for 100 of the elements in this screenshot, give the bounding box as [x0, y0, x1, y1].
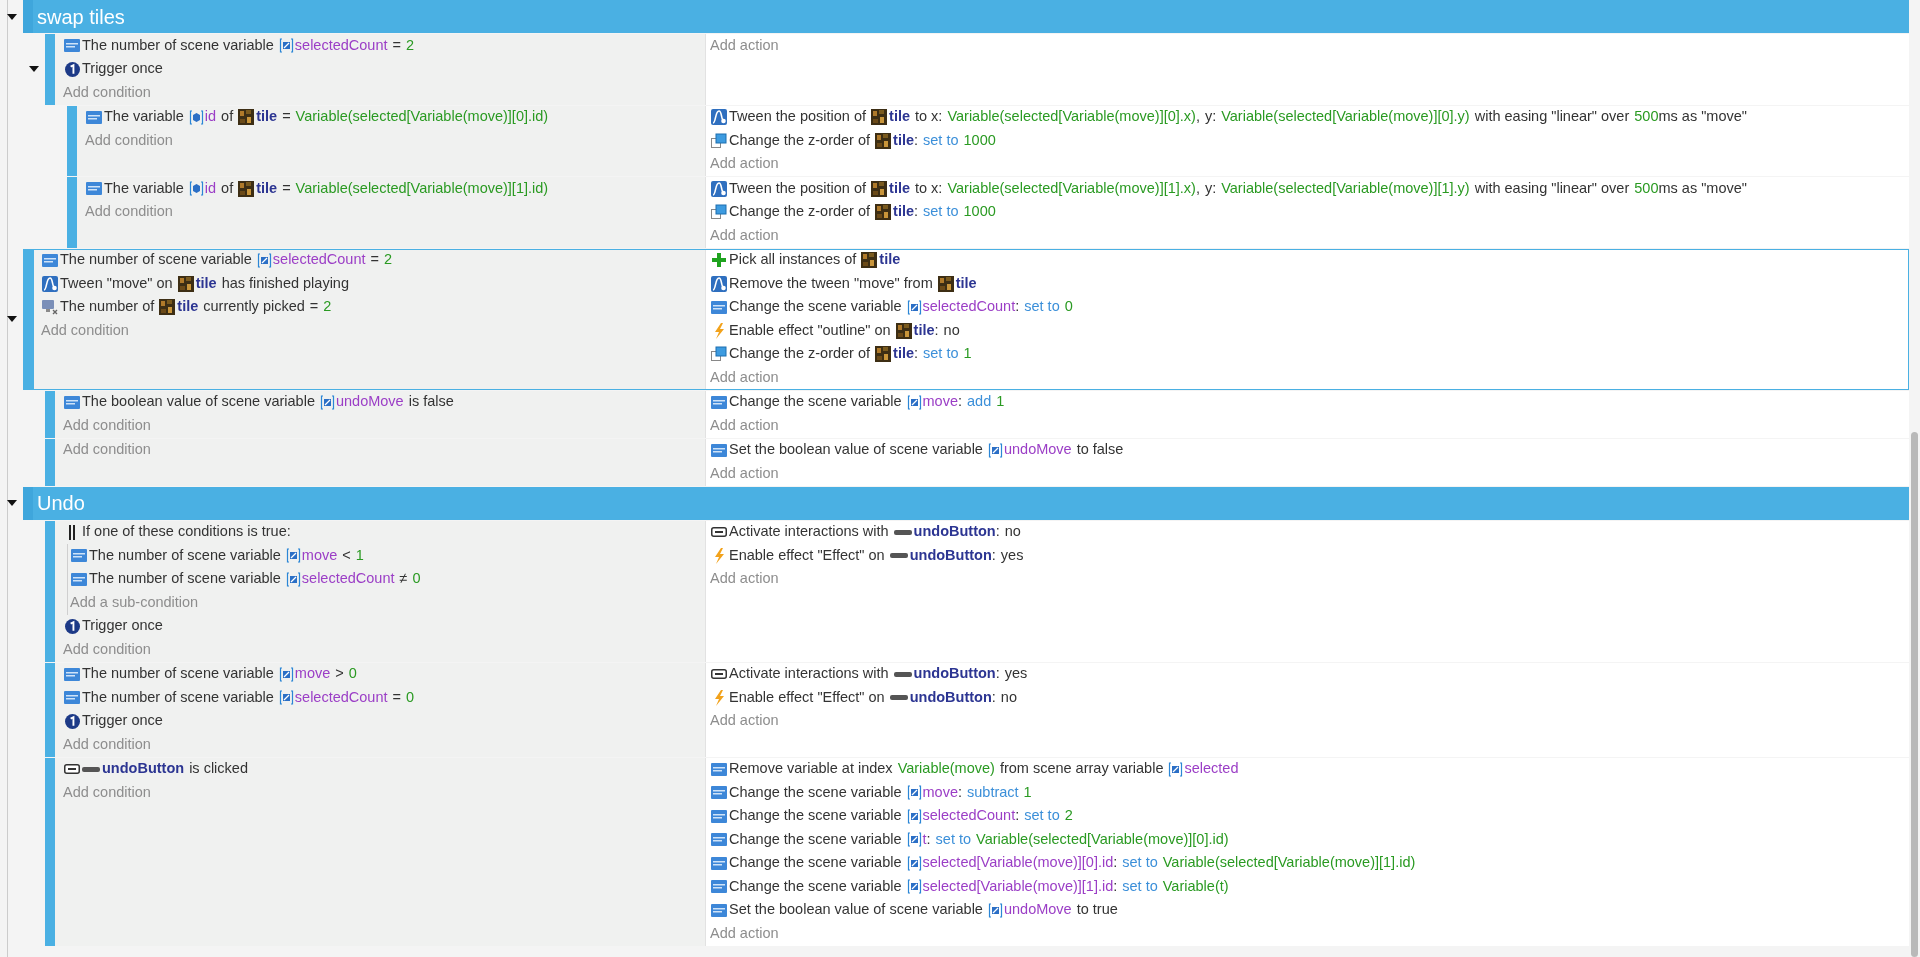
event-row[interactable] [55, 520, 1909, 662]
event-bar[interactable] [23, 248, 33, 390]
add-condition-link[interactable]: Add condition [63, 439, 151, 462]
punctuation-text: : [914, 202, 919, 222]
add-condition-link[interactable]: Add condition [63, 81, 151, 104]
scrollbar-thumb[interactable] [1911, 432, 1918, 957]
variable-name: undoMove [1003, 440, 1072, 460]
tile-thumbnail-icon [238, 180, 255, 197]
variable-icon [86, 182, 102, 196]
add-action-link[interactable]: Add action [710, 710, 779, 733]
variable-icon [711, 856, 727, 870]
add-condition-link[interactable]: Add condition [63, 733, 151, 756]
add-condition-link[interactable]: Add condition [63, 414, 151, 437]
statement-text: y: [1204, 107, 1217, 127]
event-bar[interactable] [45, 757, 55, 946]
value-text: 0 [406, 687, 415, 707]
variable-icon [711, 786, 727, 800]
add-condition-link[interactable]: Add condition [85, 201, 173, 224]
event-row[interactable] [77, 177, 1909, 248]
add-action-link[interactable]: Add action [710, 34, 779, 57]
dash-icon [893, 529, 912, 535]
event-bar[interactable] [45, 520, 55, 662]
variable-name: selectedCount [294, 35, 388, 55]
value-text: 0 [348, 664, 357, 684]
punctuation-text: , [1195, 107, 1200, 127]
add-action-link[interactable]: Add action [710, 414, 779, 437]
group-header[interactable]: swap tiles [23, 0, 1909, 33]
value-text: 2 [1064, 806, 1073, 826]
event-bar[interactable] [67, 105, 77, 176]
variable-name: undoMove [1003, 900, 1072, 920]
add-action-link[interactable]: Add action [710, 366, 779, 389]
punctuation-text: : [958, 782, 962, 802]
value-text: Variable(selected[Variable(move)][0].id) [295, 107, 549, 127]
variable-icon [64, 667, 80, 681]
punctuation-text: : [991, 545, 996, 565]
add-condition-link[interactable]: Add condition [41, 319, 129, 342]
event-row[interactable]: The boolean value of scene variable undoMove is false Add condition Change the scene variable move: add 1 Add action [55, 390, 1909, 438]
statement-text: to x: [915, 107, 943, 127]
scene-variable-icon [1168, 761, 1184, 777]
statement-text: currently picked [203, 297, 305, 317]
punctuation-text: : [934, 320, 939, 340]
tile-thumbnail-icon [871, 109, 888, 126]
event-row[interactable] [77, 105, 1909, 176]
variable-name: id [204, 178, 217, 198]
value-text: 1 [963, 344, 972, 364]
event-bar[interactable] [67, 177, 77, 248]
variable-name: selectedCount [294, 687, 388, 707]
object-name: undoButton [909, 545, 992, 565]
variable-icon [711, 300, 727, 314]
event-row[interactable]: The number of scene variable selectedCount = 2 Trigger once Add condition Add action [55, 34, 1909, 105]
tile-thumbnail-icon [875, 132, 892, 149]
object-name: tile [879, 250, 901, 270]
event-row[interactable] [55, 662, 1909, 757]
event-row[interactable]: Add condition Set the boolean value of scene variable undoMove to false Add action [55, 438, 1909, 486]
event-bar[interactable] [45, 390, 55, 438]
add-action-link[interactable]: Add action [710, 462, 779, 485]
variable-icon [711, 762, 727, 776]
statement-text: = [370, 250, 379, 270]
scene-variable-icon [906, 785, 922, 801]
add-sub-condition-link[interactable]: Add a sub-condition [70, 591, 199, 614]
monitor-icon [41, 299, 59, 316]
add-condition-link[interactable]: Add condition [85, 129, 173, 152]
group-header[interactable]: Undo [23, 486, 1909, 520]
event-bar[interactable] [45, 438, 55, 486]
statement-text: Tween "move" on [60, 273, 173, 293]
scene-variable-icon [906, 832, 922, 848]
scene-variable-icon [285, 571, 301, 587]
caret-down-icon[interactable] [7, 316, 17, 322]
event-row[interactable] [55, 757, 1909, 946]
object-variable-icon [188, 181, 204, 197]
dash-icon [889, 695, 908, 701]
variable-name: selected [1184, 759, 1239, 779]
add-action-link[interactable]: Add action [710, 568, 779, 591]
caret-down-icon[interactable] [7, 500, 17, 506]
scene-variable-icon [906, 394, 922, 410]
punctuation-text: ms as "move" [1658, 178, 1747, 198]
statement-text: has finished playing [221, 273, 349, 293]
caret-down-icon[interactable] [29, 66, 39, 73]
layers-icon [711, 346, 727, 363]
statement-text: Change the scene variable [729, 392, 902, 412]
variable-icon [86, 110, 102, 124]
event-bar[interactable] [45, 34, 55, 105]
add-action-link[interactable]: Add action [710, 224, 779, 247]
add-condition-link[interactable]: Add condition [63, 638, 151, 661]
object-name: undoButton [909, 687, 992, 707]
value-text: 2 [406, 35, 415, 55]
object-name: undoButton [102, 759, 185, 779]
event-bar[interactable] [45, 662, 55, 757]
variable-name: move [922, 392, 958, 412]
punctuation-text: : [914, 130, 919, 150]
statement-text: < [342, 545, 351, 565]
statement-text: = [309, 297, 319, 317]
punctuation-text: : [1015, 297, 1020, 317]
add-action-link[interactable]: Add action [710, 153, 779, 176]
punctuation-text: , [1195, 178, 1200, 198]
add-action-link[interactable]: Add action [710, 922, 779, 945]
value-text: Variable(selected[Variable(move)][1].x) [947, 178, 1196, 198]
caret-down-icon[interactable] [7, 13, 17, 20]
event-row[interactable] [33, 248, 1909, 390]
add-condition-link[interactable]: Add condition [63, 781, 151, 804]
